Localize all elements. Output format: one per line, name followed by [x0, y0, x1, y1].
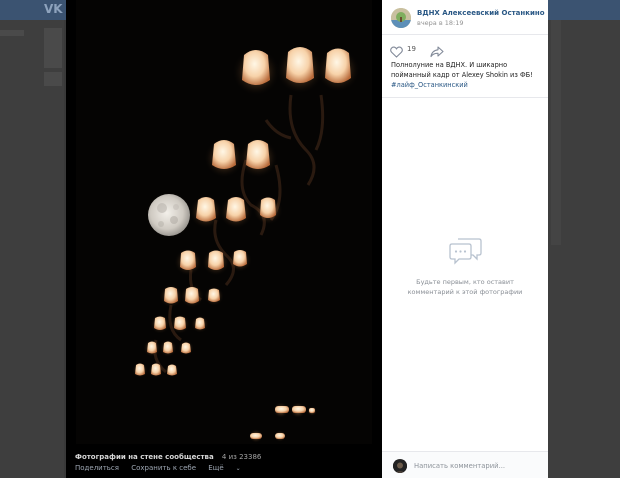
- chevron-down-icon: ⌄: [235, 465, 241, 472]
- background-ghost-column: [551, 20, 561, 245]
- community-name-link[interactable]: ВДНХ Алексеевский Останкино: [417, 9, 545, 17]
- post-body: Полнолуние на ВДНХ. И шикарно пойманный …: [391, 61, 533, 79]
- no-comments-text: Будьте первым, кто оставит комментарий к…: [407, 278, 523, 296]
- user-avatar[interactable]: [393, 459, 407, 473]
- post-header: ВДНХ Алексеевский Останкино вчера в 18:1…: [382, 0, 548, 35]
- more-label: Ещё: [208, 464, 224, 472]
- vk-logo: VK: [44, 2, 63, 16]
- like-count[interactable]: 19: [407, 45, 416, 53]
- share-arrow-icon[interactable]: [430, 43, 444, 58]
- post-actions: 19: [390, 43, 540, 58]
- community-avatar[interactable]: [391, 8, 411, 28]
- post-time[interactable]: вчера в 18:19: [417, 19, 463, 27]
- divider: [382, 97, 548, 98]
- photo[interactable]: [76, 0, 372, 444]
- photo-image: [76, 0, 372, 444]
- background-ghost-text: [0, 30, 24, 36]
- photo-viewer: [66, 0, 382, 478]
- album-title-link[interactable]: Фотографии на стене сообщества: [75, 453, 214, 461]
- hashtag-link[interactable]: #лайф_Останкинский: [391, 80, 545, 90]
- comment-form: [382, 451, 548, 478]
- speech-bubbles-icon: [449, 236, 482, 266]
- photo-footer: Фотографии на стене сообщества 4 из 2338…: [75, 452, 375, 473]
- photo-counter: 4 из 23386: [221, 453, 262, 461]
- moon: [145, 191, 193, 239]
- post-text: Полнолуние на ВДНХ. И шикарно пойманный …: [391, 60, 545, 90]
- save-photo-link[interactable]: Сохранить к себе: [131, 464, 196, 472]
- share-photo-link[interactable]: Поделиться: [75, 464, 119, 472]
- comment-input[interactable]: [414, 459, 542, 473]
- post-sidebar: ВДНХ Алексеевский Останкино вчера в 18:1…: [382, 0, 548, 478]
- heart-icon[interactable]: [390, 43, 403, 58]
- background-ghost-menu: [44, 72, 62, 86]
- background-ghost-menu: [44, 28, 62, 68]
- more-menu-button[interactable]: Ещё ⌄: [208, 464, 250, 472]
